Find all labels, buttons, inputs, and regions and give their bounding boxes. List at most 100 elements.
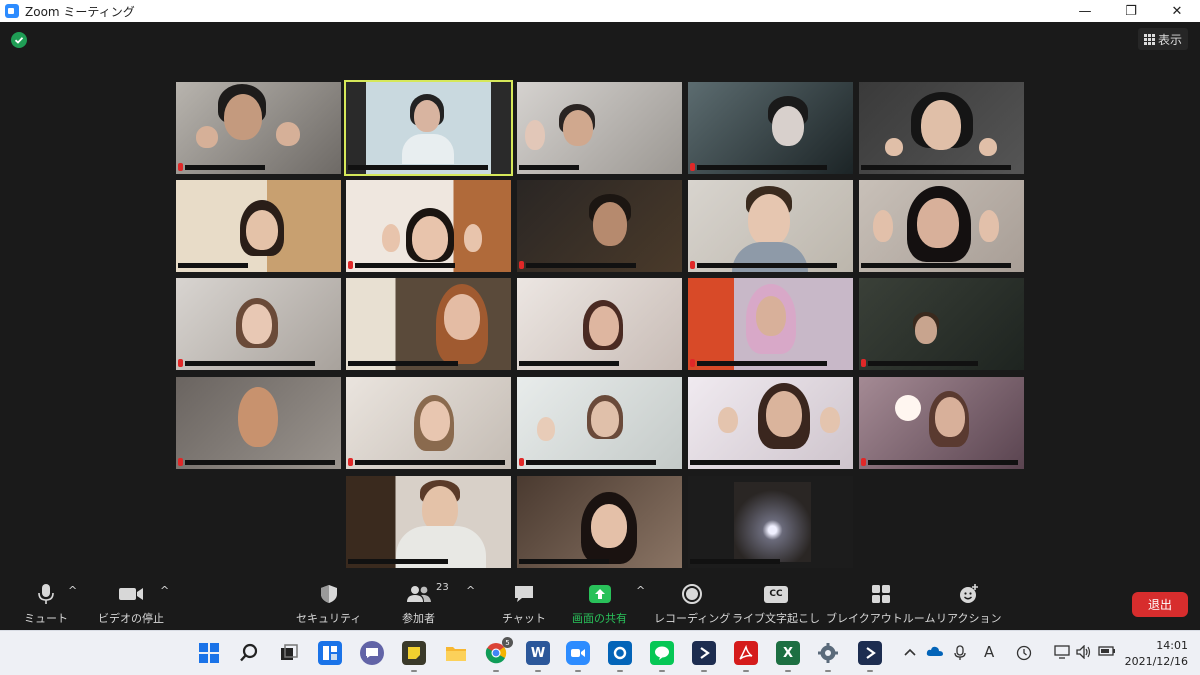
participant-video-tile[interactable] [688,278,853,370]
participant-video-tile[interactable] [176,278,341,370]
stop-video-button[interactable]: ビデオの停止 [98,582,164,626]
participant-name-bar [861,359,978,367]
closed-caption-icon: CC [764,582,788,606]
record-button[interactable]: レコーディング [654,582,730,626]
participants-options-caret[interactable]: ^ [466,584,475,597]
share-screen-icon [588,582,612,606]
participant-name-bar [861,163,1011,171]
participant-video-tile[interactable] [517,180,682,272]
sticky-notes-icon[interactable] [402,641,426,672]
clock-date: 2021/12/16 [1124,655,1188,668]
file-explorer-icon[interactable] [444,641,468,665]
excel-icon[interactable]: X [776,641,800,672]
search-icon[interactable] [237,641,261,665]
share-options-caret[interactable]: ^ [636,584,645,597]
participant-name-bar [690,557,780,565]
participant-video-tile[interactable] [688,476,853,568]
share-screen-button[interactable]: 画面の共有 [572,582,627,626]
participant-name-bar [348,261,455,269]
participant-video-tile[interactable] [859,377,1024,469]
participant-video-tile[interactable] [859,180,1024,272]
zoom-window: Zoom ミーティング — ❐ ✕ 表示 ミュート ^ ビデオの停止 ^ セキュ… [0,0,1200,675]
participant-video-tile[interactable] [176,377,341,469]
outlook-icon[interactable] [608,641,632,672]
mute-button[interactable]: ミュート [24,582,68,626]
minimize-button[interactable]: — [1062,0,1108,22]
chat-bubble-icon [513,582,535,606]
zoom-taskbar-icon[interactable] [566,641,590,672]
participant-video-tile[interactable] [859,82,1024,174]
participant-name-bar [348,557,448,565]
view-button[interactable]: 表示 [1137,28,1188,50]
window-title: Zoom ミーティング [25,4,135,19]
remote-app-2-icon[interactable] [858,641,882,672]
chrome-icon[interactable]: 5 [484,637,513,672]
chrome-badge: 5 [502,637,513,648]
participant-video-tile[interactable] [859,278,1024,370]
reactions-button[interactable]: リアクション [936,582,1001,626]
remote-app-icon[interactable] [692,641,716,672]
record-icon [681,582,703,606]
restore-button[interactable]: ❐ [1108,0,1154,22]
participant-video-tile[interactable] [346,180,511,272]
participant-video-tile[interactable] [176,82,341,174]
participant-video-tile[interactable] [688,82,853,174]
task-view-icon[interactable] [277,641,301,665]
breakout-rooms-icon [871,582,891,606]
battery-icon[interactable] [1098,645,1116,661]
live-transcript-button[interactable]: CC ライブ文字起こし [732,582,820,626]
participant-name-bar [690,261,837,269]
onedrive-cloud-icon[interactable] [926,645,944,661]
participant-name-bar [519,163,579,171]
teams-chat-icon[interactable] [360,641,384,665]
audio-options-caret[interactable]: ^ [68,584,77,597]
meeting-toolbar: ミュート ^ ビデオの停止 ^ セキュリティ 参加者 23 ^ チャット 画面の… [0,576,1200,630]
participant-video-tile[interactable] [688,377,853,469]
security-button[interactable]: セキュリティ [296,582,361,626]
participant-video-tile[interactable] [517,278,682,370]
close-button[interactable]: ✕ [1154,0,1200,22]
chat-button[interactable]: チャット [502,582,546,626]
participant-video-tile[interactable] [517,476,682,568]
view-label: 表示 [1157,32,1182,47]
participant-video-tile[interactable] [346,377,511,469]
participant-name-bar [348,458,505,466]
participant-name-bar [178,261,248,269]
participant-video-tile[interactable] [517,82,682,174]
participant-name-bar [519,359,619,367]
settings-gear-icon[interactable] [816,641,840,672]
participant-count: 23 [436,582,449,593]
participant-video-tile[interactable] [176,180,341,272]
acrobat-icon[interactable] [734,641,758,672]
participant-video-tile-active-speaker[interactable] [344,80,513,176]
clock-time: 14:01 [1156,639,1188,652]
grid-icon [1143,34,1155,45]
video-options-caret[interactable]: ^ [160,584,169,597]
tray-overflow-chevron-icon[interactable] [904,645,916,661]
line-icon[interactable] [650,641,674,672]
participant-name-bar [178,163,265,171]
participant-video-tile[interactable] [688,180,853,272]
participant-video-tile[interactable] [517,377,682,469]
encryption-shield-icon[interactable] [11,32,27,48]
widgets-icon[interactable] [318,641,342,665]
participant-video-tile[interactable] [346,278,511,370]
zoom-app-icon [5,4,19,18]
system-clock[interactable]: 14:01 2021/12/16 [1125,638,1188,670]
display-tray-icon[interactable] [1054,645,1070,663]
participants-button[interactable]: 参加者 [402,582,435,626]
participant-name-bar [348,163,488,171]
video-camera-icon [118,582,144,606]
ime-mode-indicator[interactable]: A [984,643,994,661]
focus-clock-icon[interactable] [1016,645,1032,665]
windows-start-icon[interactable] [197,641,221,665]
word-icon[interactable]: W [526,641,550,672]
microphone-tray-icon[interactable] [954,645,966,665]
participant-name-bar [861,261,1011,269]
leave-meeting-button[interactable]: 退出 [1132,592,1188,617]
participant-name-bar [690,359,827,367]
volume-icon[interactable] [1076,644,1092,663]
title-bar: Zoom ミーティング — ❐ ✕ [0,0,1200,22]
participant-video-tile[interactable] [346,476,511,568]
breakout-rooms-button[interactable]: ブレイクアウトルーム [826,582,935,626]
